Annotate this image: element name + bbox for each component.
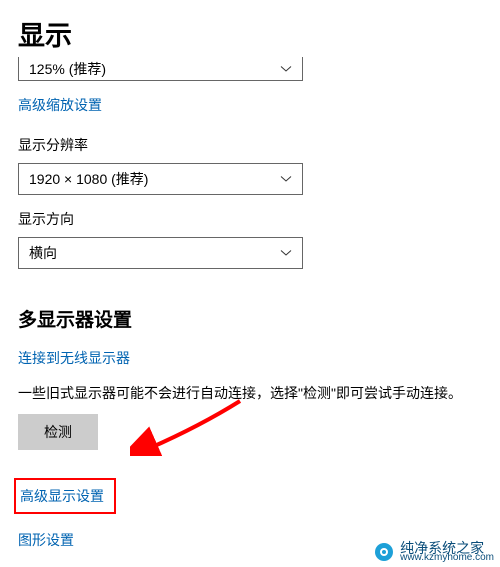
detect-button[interactable]: 检测: [18, 414, 98, 450]
page-title: 显示: [18, 14, 482, 53]
multi-display-title: 多显示器设置: [18, 305, 482, 332]
scale-value: 125% (推荐): [29, 59, 106, 79]
orientation-label: 显示方向: [18, 209, 482, 229]
chevron-down-icon: [280, 175, 292, 183]
chevron-down-icon: [280, 249, 292, 257]
multi-display-description: 一些旧式显示器可能不会进行自动连接，选择"检测"即可尝试手动连接。: [18, 384, 482, 404]
watermark-url: www.kzmyhome.com: [400, 553, 494, 563]
advanced-display-link[interactable]: 高级显示设置: [20, 486, 104, 506]
wireless-display-link[interactable]: 连接到无线显示器: [18, 348, 130, 368]
resolution-value: 1920 × 1080 (推荐): [29, 169, 148, 189]
watermark-icon: [374, 542, 394, 562]
scale-dropdown[interactable]: 125% (推荐): [18, 57, 303, 81]
highlight-annotation: 高级显示设置: [14, 478, 116, 514]
orientation-dropdown[interactable]: 横向: [18, 237, 303, 269]
chevron-down-icon: [280, 65, 292, 73]
orientation-value: 横向: [29, 243, 57, 263]
advanced-scale-link[interactable]: 高级缩放设置: [18, 95, 102, 115]
annotation-arrow: [130, 396, 250, 456]
resolution-label: 显示分辨率: [18, 135, 482, 155]
resolution-dropdown[interactable]: 1920 × 1080 (推荐): [18, 163, 303, 195]
graphics-link[interactable]: 图形设置: [18, 530, 74, 550]
watermark: 纯净系统之家 www.kzmyhome.com: [374, 541, 494, 563]
